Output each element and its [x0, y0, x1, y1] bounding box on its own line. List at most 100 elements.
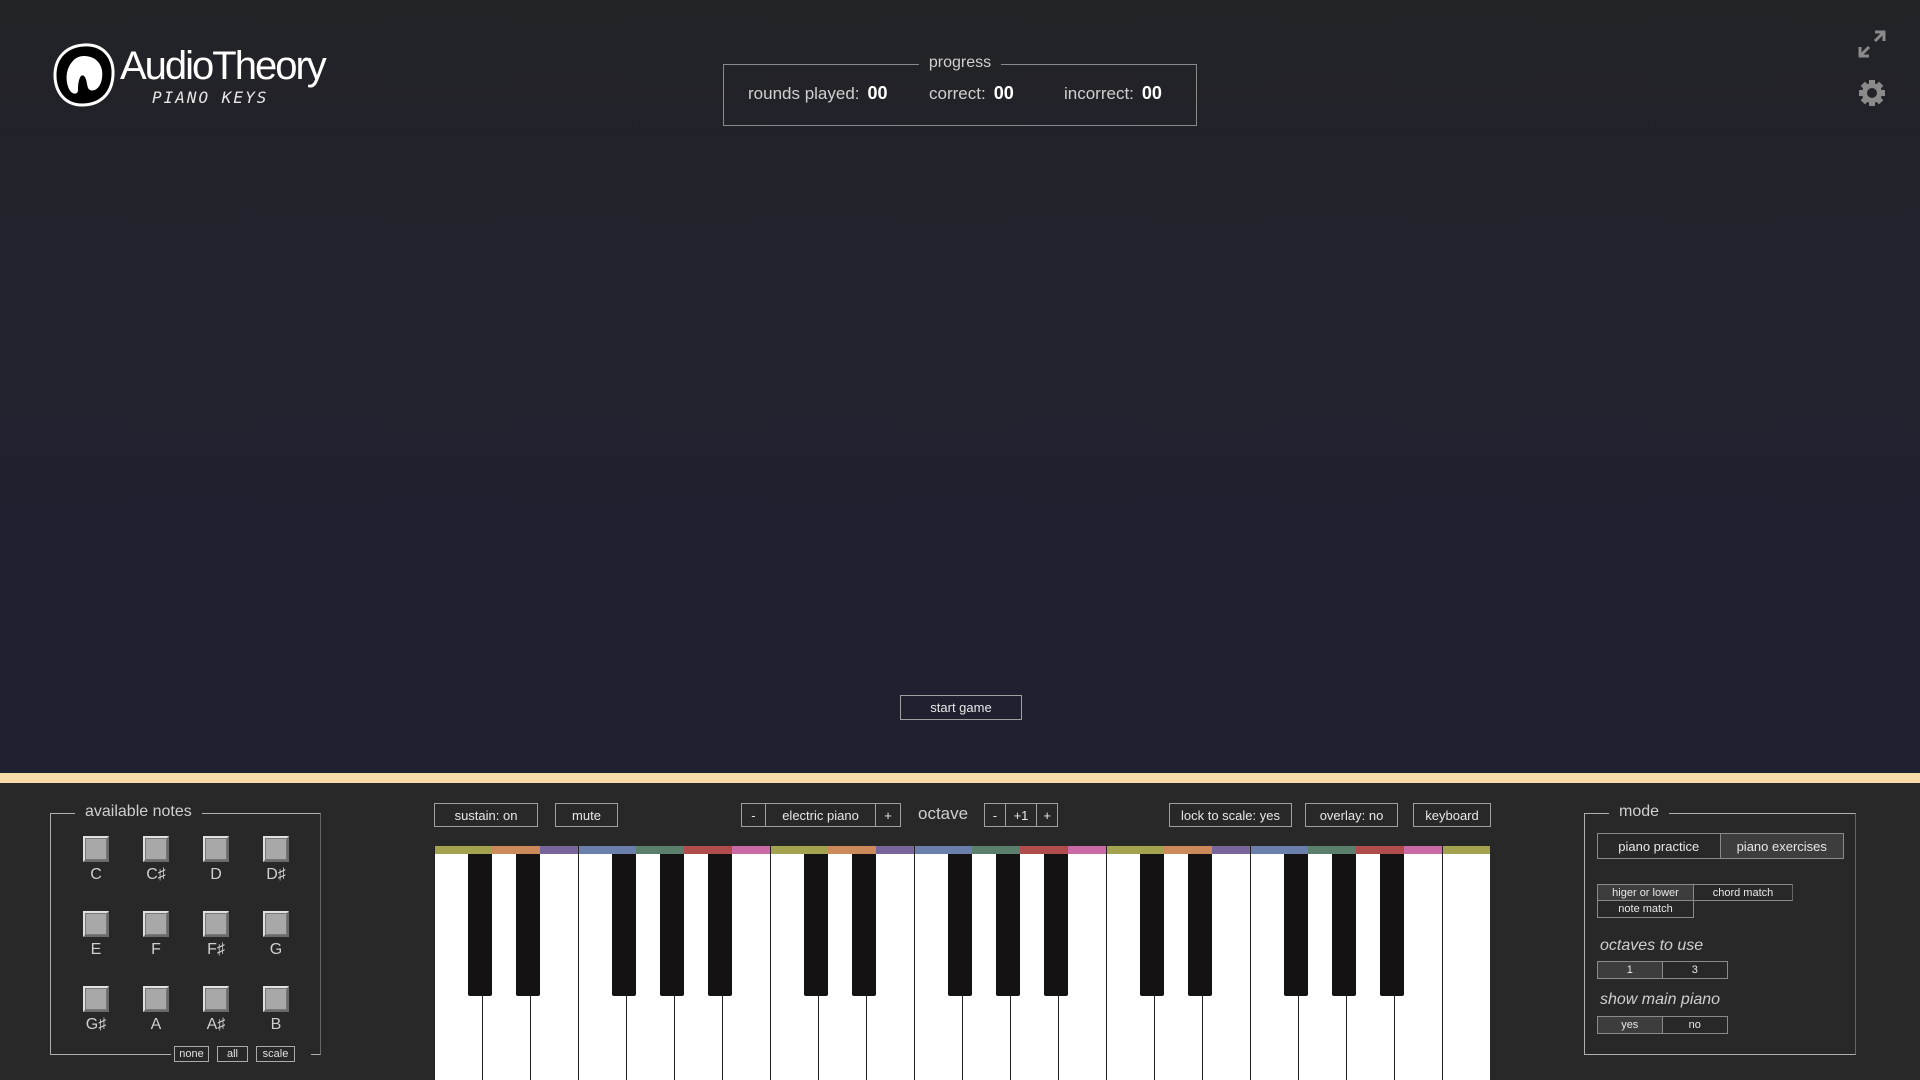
note-checkbox[interactable] — [83, 836, 109, 862]
progress-panel: progress rounds played: 00 correct: 00 inc… — [723, 54, 1197, 126]
piano-keyboard — [434, 846, 1490, 1080]
note-option: D — [191, 836, 241, 884]
note-label: G — [269, 941, 283, 958]
select-scale-button[interactable]: scale — [256, 1046, 295, 1062]
instrument-next-button[interactable]: + — [876, 804, 900, 826]
note-label: B — [270, 1016, 282, 1033]
black-key-g-sharp[interactable] — [1332, 846, 1356, 996]
key-color-strip — [1332, 846, 1356, 854]
instrument-value: electric piano — [766, 804, 877, 826]
note-label: C♯ — [146, 866, 166, 883]
gear-icon — [1859, 80, 1885, 106]
mode-tabs: piano practice piano exercises — [1597, 833, 1844, 859]
incorrect-stat: incorrect: 00 — [1064, 83, 1162, 104]
key-color-strip — [852, 846, 876, 854]
note-label: G♯ — [85, 1016, 107, 1033]
black-key-a-sharp[interactable] — [1044, 846, 1068, 996]
black-key-a-sharp[interactable] — [708, 846, 732, 996]
app-subtitle: PIANO KEYS — [152, 88, 269, 107]
instrument-prev-button[interactable]: - — [742, 804, 766, 826]
note-checkbox[interactable] — [203, 836, 229, 862]
black-key-c-sharp[interactable] — [804, 846, 828, 996]
white-key-c[interactable] — [1442, 846, 1490, 1080]
mute-button[interactable]: mute — [555, 803, 618, 827]
note-checkbox[interactable] — [203, 986, 229, 1012]
octave-value: +1 — [1006, 804, 1038, 826]
mode-legend: mode — [1609, 803, 1670, 821]
available-notes-panel: available notes C C♯ D D♯ E F F♯ G G♯ A A♯ B none a… — [50, 803, 321, 1062]
incorrect-label: incorrect: — [1064, 84, 1134, 103]
octave-increase-button[interactable]: + — [1037, 804, 1057, 826]
note-option: A — [131, 986, 181, 1034]
note-label: E — [90, 941, 102, 958]
exercise-chord-match[interactable]: chord match — [1693, 884, 1793, 901]
start-game-button[interactable]: start game — [900, 695, 1022, 720]
note-checkbox[interactable] — [83, 986, 109, 1012]
black-key-f-sharp[interactable] — [612, 846, 636, 996]
exercise-higher-or-lower[interactable]: higer or lower — [1597, 884, 1694, 901]
show-piano-yes[interactable]: yes — [1598, 1017, 1663, 1033]
note-option: C — [71, 836, 121, 884]
note-checkbox[interactable] — [263, 836, 289, 862]
keyboard-toggle[interactable]: keyboard — [1413, 803, 1491, 827]
mode-panel: mode piano practice piano exercises hige… — [1584, 803, 1856, 1055]
available-notes-legend: available notes — [75, 803, 202, 821]
show-piano-no[interactable]: no — [1663, 1017, 1728, 1033]
note-checkbox[interactable] — [83, 911, 109, 937]
octaves-option-1[interactable]: 1 — [1598, 962, 1663, 978]
app-title: AudioTheory — [120, 44, 327, 88]
rounds-played-label: rounds played: — [748, 84, 860, 103]
overlay-toggle[interactable]: overlay: no — [1305, 803, 1398, 827]
separator-bar — [0, 773, 1920, 783]
exercise-options: higer or lower chord match note match — [1597, 884, 1793, 918]
black-key-g-sharp[interactable] — [996, 846, 1020, 996]
note-label: C — [90, 866, 102, 883]
black-key-d-sharp[interactable] — [516, 846, 540, 996]
note-checkbox[interactable] — [143, 911, 169, 937]
exercise-note-match[interactable]: note match — [1597, 900, 1694, 918]
note-option: G — [251, 911, 301, 959]
black-key-d-sharp[interactable] — [852, 846, 876, 996]
black-key-f-sharp[interactable] — [948, 846, 972, 996]
key-color-strip — [1284, 846, 1308, 854]
progress-legend: progress — [918, 54, 1002, 72]
note-option: F♯ — [191, 911, 241, 959]
note-label: A♯ — [206, 1016, 226, 1033]
note-option: C♯ — [131, 836, 181, 884]
sustain-toggle[interactable]: sustain: on — [434, 803, 538, 827]
octave-selector: - +1 + — [984, 803, 1058, 827]
note-checkbox[interactable] — [143, 836, 169, 862]
note-option: A♯ — [191, 986, 241, 1034]
note-option: G♯ — [71, 986, 121, 1034]
fullscreen-icon — [1858, 30, 1886, 58]
incorrect-value: 00 — [1141, 83, 1162, 103]
black-key-g-sharp[interactable] — [660, 846, 684, 996]
black-key-f-sharp[interactable] — [1284, 846, 1308, 996]
tab-piano-exercises[interactable]: piano exercises — [1720, 834, 1843, 858]
black-key-d-sharp[interactable] — [1188, 846, 1212, 996]
black-key-c-sharp[interactable] — [1140, 846, 1164, 996]
rounds-played-stat: rounds played: 00 — [748, 83, 888, 104]
black-key-c-sharp[interactable] — [468, 846, 492, 996]
note-checkbox[interactable] — [263, 911, 289, 937]
key-color-strip — [1044, 846, 1068, 854]
settings-button[interactable] — [1856, 77, 1888, 109]
octaves-to-use-label: octaves to use — [1600, 937, 1704, 954]
lock-to-scale-toggle[interactable]: lock to scale: yes — [1169, 803, 1292, 827]
note-checkbox[interactable] — [143, 986, 169, 1012]
note-label: F♯ — [207, 941, 225, 958]
key-color-strip — [516, 846, 540, 854]
note-label: F — [151, 941, 161, 958]
tab-piano-practice[interactable]: piano practice — [1598, 834, 1721, 858]
correct-label: correct: — [929, 84, 986, 103]
fullscreen-button[interactable] — [1856, 28, 1888, 60]
note-checkbox[interactable] — [263, 986, 289, 1012]
key-color-strip — [468, 846, 492, 854]
note-checkbox[interactable] — [203, 911, 229, 937]
octaves-option-3[interactable]: 3 — [1663, 962, 1728, 978]
octave-decrease-button[interactable]: - — [985, 804, 1006, 826]
select-all-button[interactable]: all — [217, 1046, 248, 1062]
instrument-selector: - electric piano + — [741, 803, 901, 827]
select-none-button[interactable]: none — [174, 1046, 209, 1062]
black-key-a-sharp[interactable] — [1380, 846, 1404, 996]
